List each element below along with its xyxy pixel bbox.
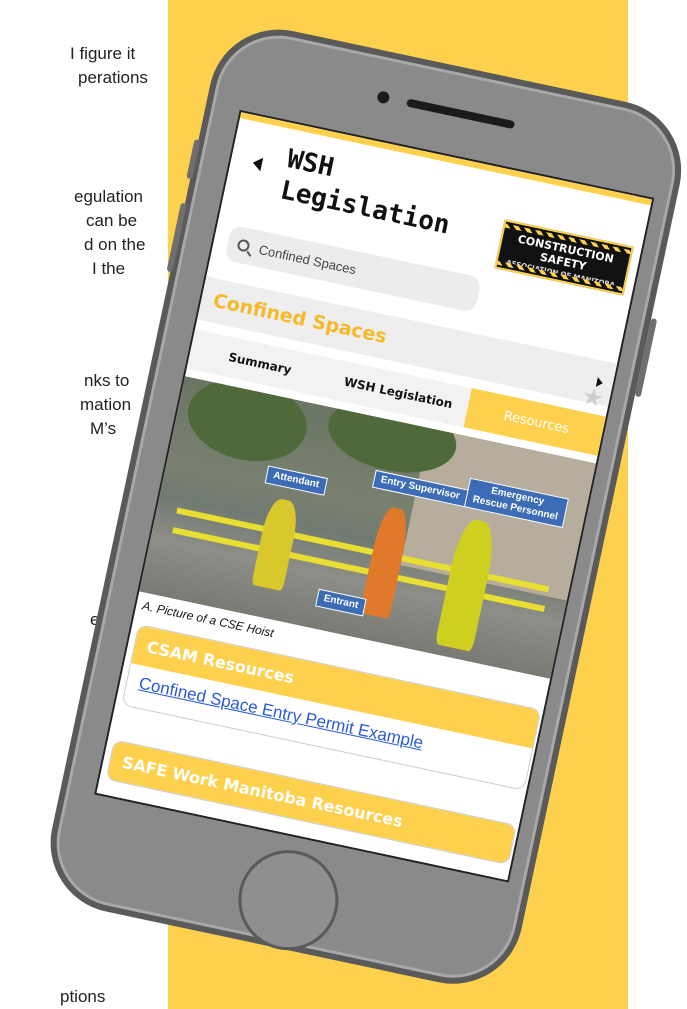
label-entrant: Entrant (315, 588, 367, 617)
phone-body: WSH Legislation CONSTRUCTION SAFETY ASSO… (37, 16, 687, 997)
search-input[interactable] (257, 241, 457, 298)
label-attendant: Attendant (264, 465, 328, 496)
speaker-grille (406, 98, 516, 130)
side-button (634, 317, 658, 398)
csam-logo: CONSTRUCTION SAFETY ASSOCIATION OF MANIT… (494, 219, 634, 296)
search-icon (236, 238, 251, 253)
side-button (166, 202, 187, 273)
phone-device: WSH Legislation CONSTRUCTION SAFETY ASSO… (37, 16, 687, 1009)
back-arrow-icon[interactable] (251, 155, 264, 172)
phone-mockup: WSH Legislation CONSTRUCTION SAFETY ASSO… (30, 10, 687, 1009)
worker-figure (251, 496, 302, 592)
camera-icon (376, 90, 391, 105)
star-icon[interactable]: ★ (579, 382, 606, 415)
home-button (229, 840, 348, 960)
side-button (186, 139, 201, 180)
